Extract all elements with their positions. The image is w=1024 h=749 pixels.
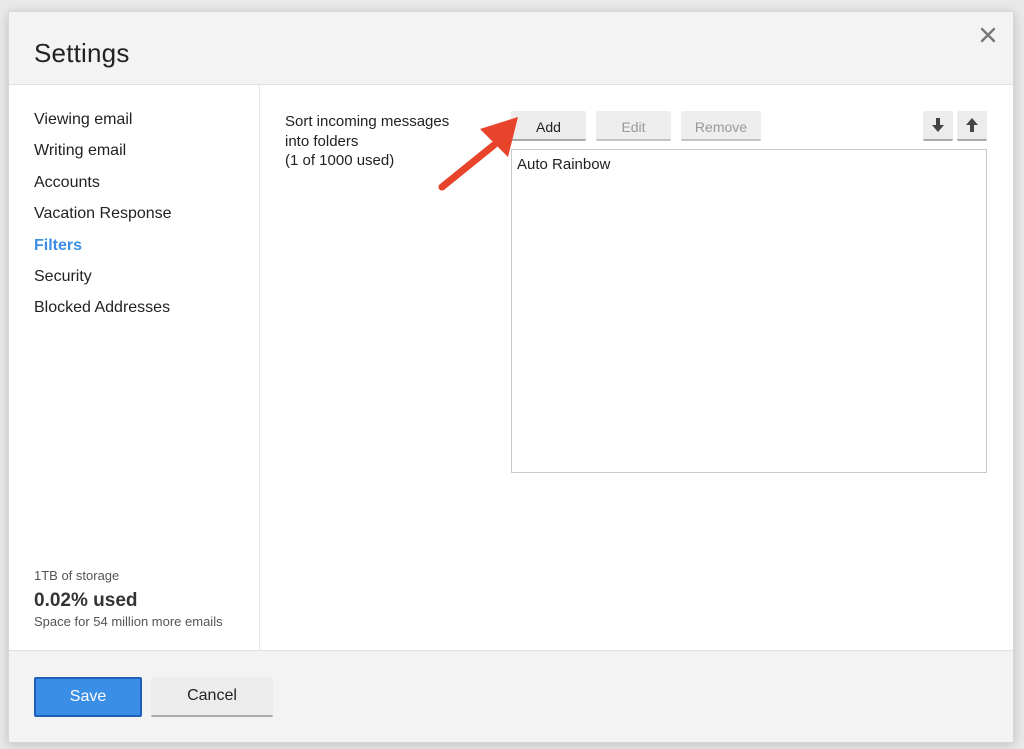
filters-description-line1: Sort incoming messages — [285, 113, 450, 130]
remove-filter-button[interactable]: Remove — [681, 111, 761, 141]
filter-list-item[interactable]: Auto Rainbow — [512, 150, 986, 179]
filters-panel: Sort incoming messages into folders (1 o… — [260, 85, 1013, 650]
cancel-button[interactable]: Cancel — [151, 677, 273, 717]
add-filter-button[interactable]: Add — [511, 111, 586, 141]
filters-usage-count: (1 of 1000 used) — [285, 152, 395, 169]
storage-total: 1TB of storage — [34, 568, 120, 583]
sidebar-item-security[interactable]: Security — [34, 268, 172, 299]
close-icon[interactable] — [979, 26, 997, 44]
sidebar-item-blocked-addresses[interactable]: Blocked Addresses — [34, 299, 172, 330]
move-filter-up-button[interactable] — [957, 111, 987, 141]
sidebar-item-filters[interactable]: Filters — [34, 237, 172, 268]
sidebar-item-accounts[interactable]: Accounts — [34, 174, 172, 205]
storage-space: Space for 54 million more emails — [34, 614, 223, 629]
storage-used: 0.02% used — [34, 590, 138, 611]
sidebar-item-viewing-email[interactable]: Viewing email — [34, 111, 172, 142]
filters-description: Sort incoming messages into folders (1 o… — [285, 112, 485, 171]
arrow-up-icon — [966, 118, 978, 132]
filter-list[interactable]: Auto Rainbow — [511, 149, 987, 473]
dialog-title: Settings — [34, 38, 130, 68]
sidebar-item-vacation-response[interactable]: Vacation Response — [34, 205, 172, 236]
filters-description-line2: into folders — [285, 132, 359, 150]
edit-filter-button[interactable]: Edit — [596, 111, 671, 141]
dialog-header: Settings — [9, 12, 1013, 85]
dialog-footer: Save Cancel — [9, 650, 1013, 742]
move-filter-down-button[interactable] — [923, 111, 953, 141]
save-button[interactable]: Save — [34, 677, 142, 717]
settings-nav: Viewing email Writing email Accounts Vac… — [34, 111, 172, 331]
arrow-down-icon — [932, 118, 944, 132]
storage-summary: 1TB of storage 0.02% used Space for 54 m… — [34, 568, 254, 630]
settings-sidebar: Viewing email Writing email Accounts Vac… — [9, 85, 260, 650]
sidebar-item-writing-email[interactable]: Writing email — [34, 142, 172, 173]
settings-dialog: Settings Viewing email Writing email Acc… — [8, 11, 1014, 743]
